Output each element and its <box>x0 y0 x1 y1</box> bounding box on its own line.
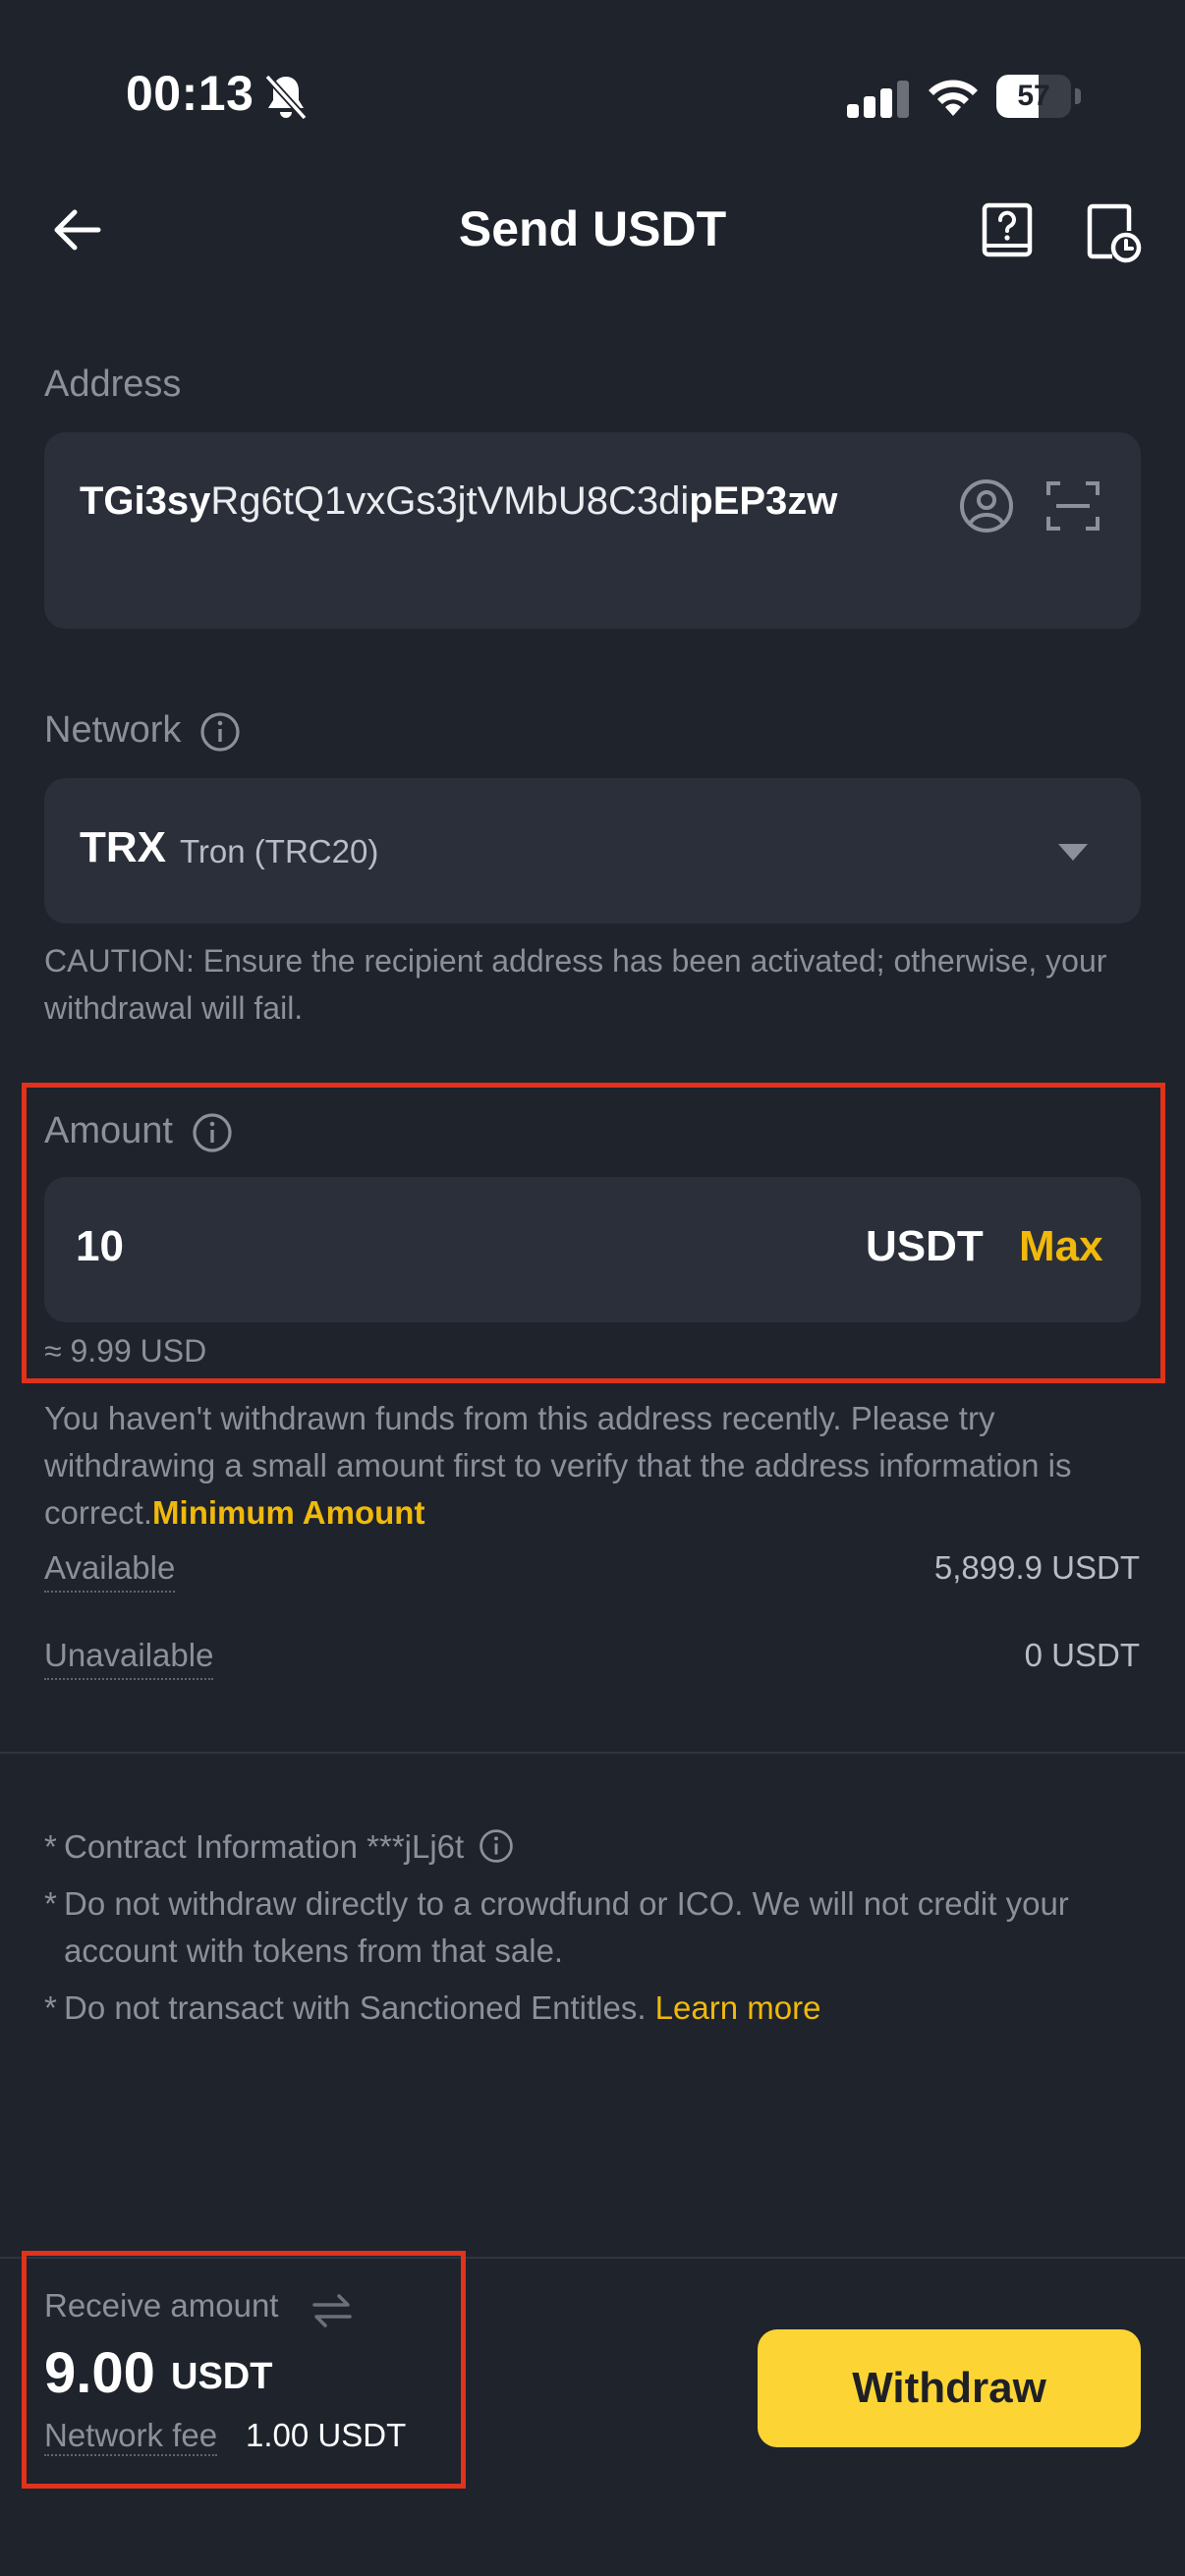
address-suffix: pEP3zw <box>689 479 838 523</box>
amount-unit: USDT <box>866 1222 984 1270</box>
note-sanctioned: * Do not transact with Sanctioned Entitl… <box>44 1985 1155 2032</box>
info-icon[interactable] <box>192 1112 233 1153</box>
network-caution: CAUTION: Ensure the recipient address ha… <box>44 943 1107 1026</box>
note-star: * <box>44 1828 57 1865</box>
note-contract: * Contract Information ***jLj6t <box>44 1823 1155 1871</box>
crowdfund-text: Do not withdraw directly to a crowdfund … <box>64 1885 1069 1969</box>
note-star: * <box>44 1885 57 1922</box>
address-input[interactable]: TGi3syRg6tQ1vxGs3jtVMbU8C3dipEP3zw <box>44 432 1141 629</box>
withdraw-notice: You haven't withdrawn funds from this ad… <box>44 1395 1155 1537</box>
swap-icon[interactable] <box>310 2291 354 2330</box>
status-time: 00:13 <box>126 66 254 121</box>
info-icon[interactable] <box>479 1828 514 1864</box>
history-record-icon[interactable] <box>1085 202 1142 263</box>
caret-down-icon <box>1058 844 1088 861</box>
cellular-signal-icon <box>847 81 909 118</box>
battery-level: 57 <box>1017 80 1050 112</box>
address-prefix: TGi3sy <box>80 479 211 523</box>
bell-muted-icon <box>264 74 308 121</box>
network-code: TRX <box>80 823 166 871</box>
minimum-amount-link[interactable]: Minimum Amount <box>152 1494 424 1531</box>
network-select[interactable]: TRX Tron (TRC20) <box>44 778 1141 924</box>
network-label-text: Network <box>44 709 182 751</box>
amount-input[interactable]: 10 USDT Max <box>44 1177 1141 1322</box>
available-label[interactable]: Available <box>44 1549 176 1593</box>
unavailable-value: 0 USDT <box>1024 1637 1140 1673</box>
max-button[interactable]: Max <box>1019 1222 1103 1271</box>
section-divider <box>0 1752 1185 1754</box>
amount-label: Amount <box>44 1110 233 1153</box>
network-fee-value: 1.00 USDT <box>246 2417 407 2453</box>
note-crowdfund: * Do not withdraw directly to a crowdfun… <box>44 1880 1155 1975</box>
sanctioned-text: Do not transact with Sanctioned Entitles… <box>64 1989 647 2026</box>
receive-amount-unit: USDT <box>171 2356 273 2397</box>
amount-label-text: Amount <box>44 1110 173 1151</box>
receive-amount-value: 9.00 <box>44 2341 155 2405</box>
unavailable-label[interactable]: Unavailable <box>44 1637 214 1680</box>
wifi-icon <box>929 80 978 116</box>
contract-info-text[interactable]: Contract Information ***jLj6t <box>64 1828 464 1865</box>
battery-icon: 57 <box>996 75 1081 118</box>
network-fee-label[interactable]: Network fee <box>44 2417 218 2456</box>
address-value[interactable]: TGi3syRg6tQ1vxGs3jtVMbU8C3dipEP3zw <box>80 472 944 531</box>
address-middle: Rg6tQ1vxGs3jtVMbU8C3di <box>210 479 690 523</box>
withdraw-button[interactable]: Withdraw <box>758 2329 1141 2447</box>
available-value: 5,899.9 USDT <box>933 1549 1140 1586</box>
info-icon[interactable] <box>199 711 241 753</box>
amount-value[interactable]: 10 <box>76 1222 124 1271</box>
amount-usd-equivalent: ≈ 9.99 USD <box>44 1333 207 1369</box>
receive-amount-label: Receive amount <box>44 2287 279 2324</box>
notes-section: * Contract Information ***jLj6t * Do not… <box>44 1823 1155 2042</box>
address-book-icon[interactable] <box>956 476 1017 536</box>
help-book-icon[interactable] <box>979 202 1036 259</box>
network-label: Network <box>44 709 241 753</box>
learn-more-link[interactable]: Learn more <box>655 1989 821 2026</box>
network-name: Tron (TRC20) <box>180 833 379 869</box>
address-label: Address <box>44 364 182 405</box>
note-star: * <box>44 1989 57 2026</box>
scan-qr-icon[interactable] <box>1043 476 1103 536</box>
